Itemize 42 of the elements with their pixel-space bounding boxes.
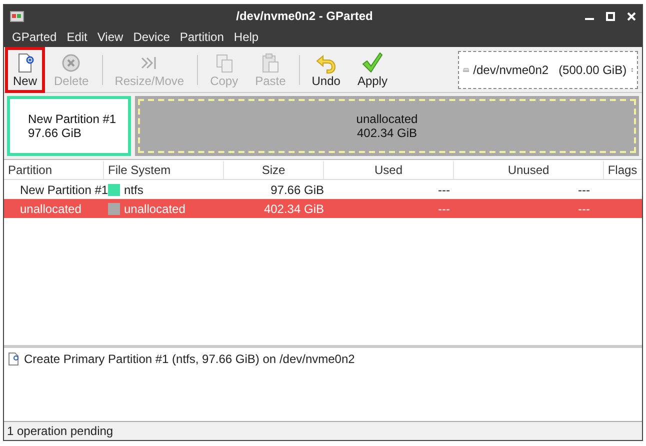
column-header[interactable]: Flags bbox=[604, 160, 642, 178]
device-name: /dev/nvme0n2 bbox=[473, 62, 549, 78]
partition-size: 402.34 GiB bbox=[356, 126, 418, 140]
device-size: (500.00 GiB) bbox=[558, 62, 627, 78]
column-header[interactable]: Size bbox=[224, 160, 324, 178]
menu-item[interactable]: GParted bbox=[8, 28, 61, 46]
column-header[interactable]: File System bbox=[104, 160, 224, 178]
table-cell-text: --- bbox=[437, 182, 451, 198]
operation-text[interactable]: Create Primary Partition #1 (ntfs, 97.66 GiB) on /dev/nvme0n2 bbox=[24, 350, 355, 368]
table-cell-text: 97.66 GiB bbox=[270, 182, 324, 198]
menu-item[interactable]: Help bbox=[230, 28, 263, 46]
table-cell-text: unallocated bbox=[19, 200, 82, 218]
disk-app-icon bbox=[10, 10, 24, 22]
table-cell-text: 402.34 GiB bbox=[262, 200, 324, 218]
column-header[interactable]: Unused bbox=[454, 160, 604, 178]
status-text: 1 operation pending bbox=[7, 423, 114, 440]
toolbar-button[interactable]: New bbox=[5, 46, 46, 92]
table-cell-text: ntfs bbox=[124, 182, 144, 198]
column-header[interactable]: Used bbox=[324, 160, 454, 178]
menu-item[interactable]: Device bbox=[129, 28, 174, 46]
device-selector[interactable]: /dev/nvme0n2 (500.00 GiB) bbox=[458, 50, 638, 88]
table-cell-text: --- bbox=[577, 182, 591, 198]
partition-size: 97.66 GiB bbox=[27, 126, 82, 140]
close-circle-icon bbox=[60, 52, 82, 74]
menu-item[interactable]: Edit bbox=[62, 28, 92, 46]
toolbar-button[interactable]: Apply bbox=[349, 46, 396, 92]
table-cell-text: unallocated bbox=[124, 200, 186, 218]
menu-item[interactable]: Partition bbox=[176, 28, 228, 46]
table-cell-text: --- bbox=[437, 200, 451, 218]
new-document-icon bbox=[8, 352, 20, 366]
checkmark-icon bbox=[361, 52, 384, 74]
toolbar-button[interactable]: Undo bbox=[304, 46, 348, 92]
menu-item[interactable]: View bbox=[93, 28, 128, 46]
partition-name: unallocated bbox=[356, 112, 418, 126]
partition-block[interactable]: New Partition #1 97.66 GiB bbox=[7, 96, 131, 156]
table-cell-text: --- bbox=[577, 200, 591, 218]
partition-block[interactable]: unallocated 402.34 GiB bbox=[135, 96, 639, 156]
window-title: /dev/nvme0n2 - GParted bbox=[235, 8, 374, 25]
maximize-icon[interactable] bbox=[606, 12, 615, 20]
partition-name: New Partition #1 bbox=[27, 112, 116, 126]
column-header[interactable]: Partition bbox=[4, 160, 104, 178]
close-icon[interactable] bbox=[627, 12, 636, 20]
